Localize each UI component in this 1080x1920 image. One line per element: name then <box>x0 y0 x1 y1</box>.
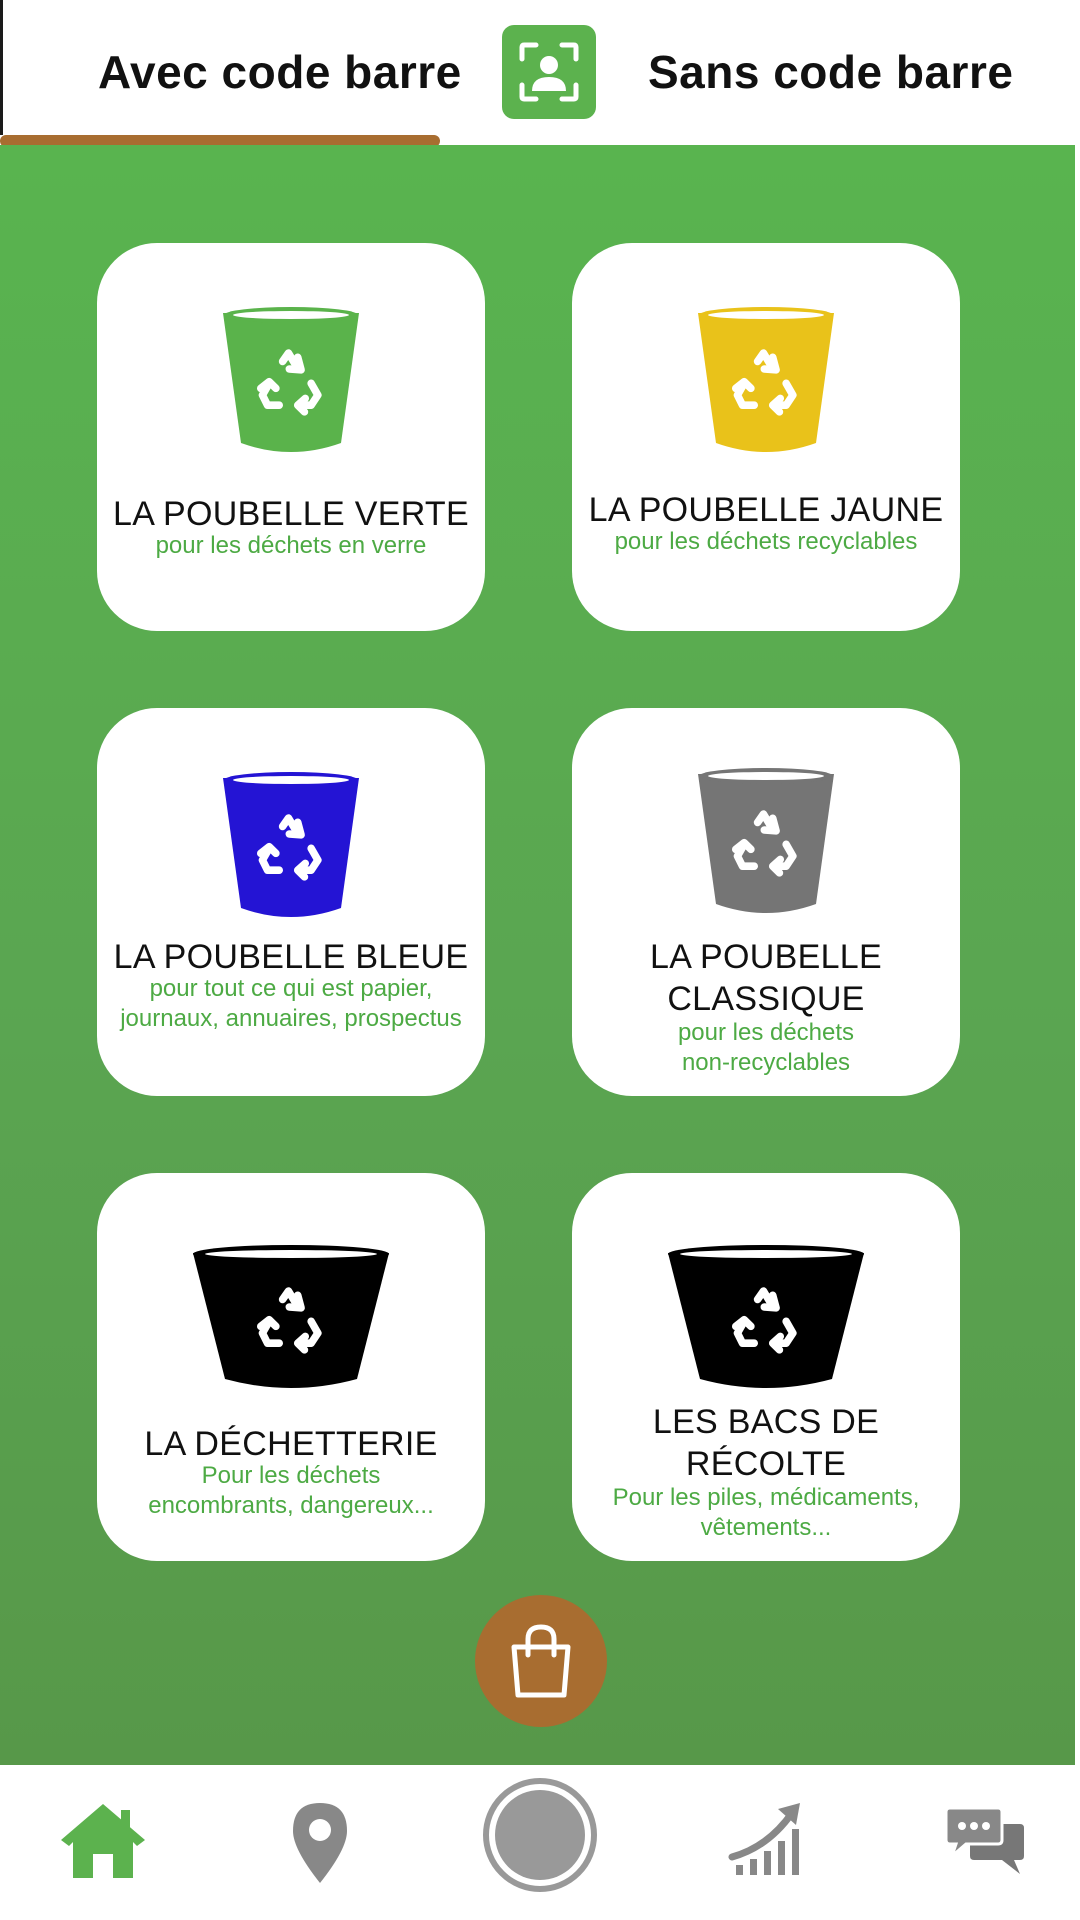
chat-icon <box>944 1806 1024 1874</box>
bin-grid: LA POUBELLE VERTE pour les déchets en ve… <box>0 145 1080 1765</box>
nav-camera-shutter[interactable] <box>482 1777 598 1893</box>
scan-button[interactable] <box>502 25 596 119</box>
tab-avec-code-barre[interactable]: Avec code barre <box>98 45 462 99</box>
recycle-bin-yellow-icon <box>698 307 834 452</box>
bin-subtitle: pour les déchets en verre <box>155 532 427 559</box>
tab-sans-code-barre[interactable]: Sans code barre <box>648 45 1013 99</box>
bin-card-verte[interactable]: LA POUBELLE VERTE pour les déchets en ve… <box>97 243 485 631</box>
bin-card-jaune[interactable]: LA POUBELLE JAUNE pour les déchets recyc… <box>572 243 960 631</box>
home-icon <box>60 1804 145 1878</box>
stats-growth-icon <box>728 1803 800 1875</box>
recycle-bin-black-icon <box>668 1245 864 1388</box>
recycle-bin-black-icon <box>193 1245 389 1388</box>
nav-chat[interactable] <box>940 1800 1030 1882</box>
bin-subtitle: Pour les déchets encombrants, dangereux.… <box>148 1462 434 1519</box>
bin-card-dechetterie[interactable]: LA DÉCHETTERIE Pour les déchets encombra… <box>97 1173 485 1561</box>
recycle-bin-green-icon <box>223 307 359 452</box>
bin-card-classique[interactable]: LA POUBELLE CLASSIQUE pour les déchets n… <box>572 708 960 1096</box>
bin-title: LA POUBELLE VERTE <box>113 495 469 533</box>
divider <box>0 0 3 135</box>
top-tab-bar: Avec code barre Sans code barre <box>0 0 1080 147</box>
bin-title: LA DÉCHETTERIE <box>144 1425 438 1463</box>
bin-card-bacs-de-recolte[interactable]: LES BACS DE RÉCOLTE Pour les piles, médi… <box>572 1173 960 1561</box>
bin-subtitle: pour les déchets recyclables <box>614 528 918 555</box>
recycle-bin-blue-icon <box>223 772 359 917</box>
bin-title: LA POUBELLE CLASSIQUE <box>650 938 882 1018</box>
bin-subtitle: pour les déchets non-recyclables <box>677 1019 855 1076</box>
nav-home[interactable] <box>55 1795 150 1885</box>
shopping-bag-icon <box>511 1624 571 1698</box>
bin-title: LES BACS DE RÉCOLTE <box>652 1403 880 1483</box>
map-pin-icon <box>293 1803 347 1883</box>
bin-title: LA POUBELLE JAUNE <box>588 491 944 529</box>
nav-map[interactable] <box>285 1793 355 1893</box>
bin-subtitle: Pour les piles, médicaments, vêtements..… <box>612 1484 920 1541</box>
shopping-bag-button[interactable] <box>475 1595 607 1727</box>
bin-subtitle: pour tout ce qui est papier, journaux, a… <box>120 975 462 1032</box>
bottom-nav <box>0 1765 1080 1920</box>
edge-strip <box>1075 145 1080 1765</box>
camera-shutter-icon <box>483 1778 597 1892</box>
bin-title: LA POUBELLE BLEUE <box>113 938 469 976</box>
recycle-bin-grey-icon <box>698 768 834 913</box>
bin-card-bleue[interactable]: LA POUBELLE BLEUE pour tout ce qui est p… <box>97 708 485 1096</box>
nav-stats[interactable] <box>726 1795 810 1879</box>
face-scan-icon <box>519 42 579 102</box>
